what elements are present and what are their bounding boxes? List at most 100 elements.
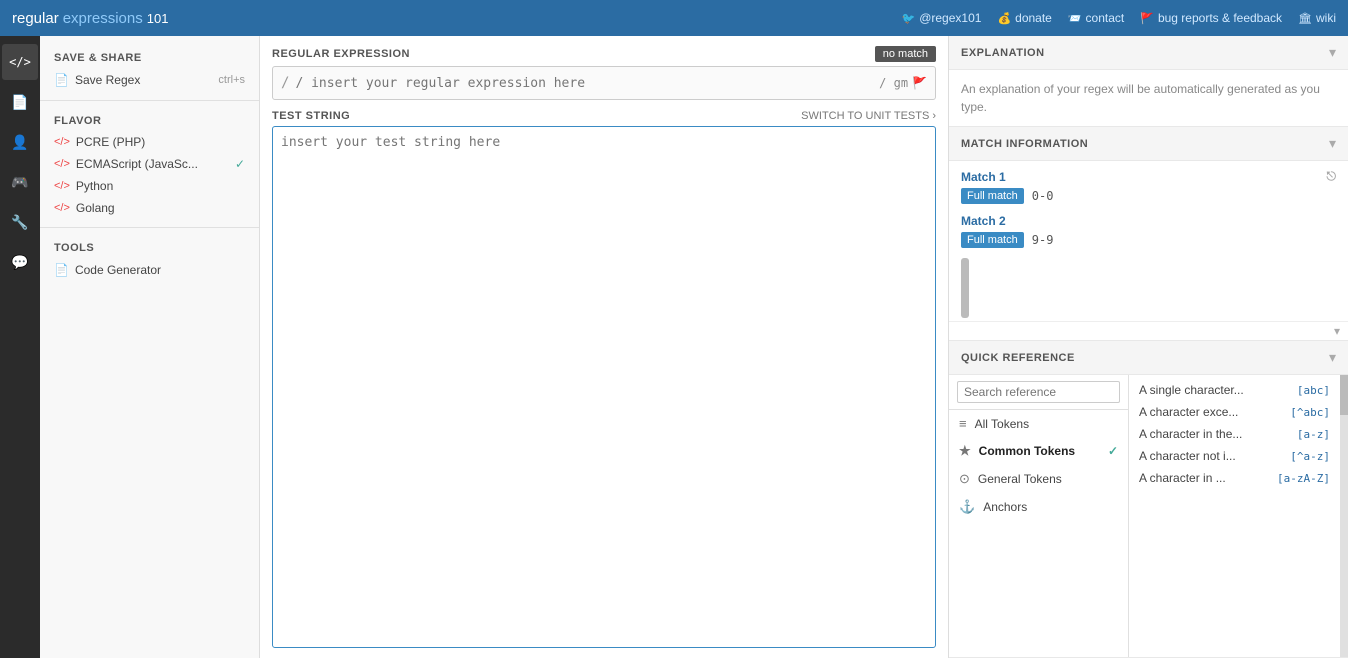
match-1-label: Match 1 ⎋ (961, 169, 1336, 184)
all-tokens-label: All Tokens (975, 417, 1029, 431)
no-match-badge: no match (875, 46, 936, 62)
quick-ref-scrollbar-thumb[interactable] (1340, 375, 1348, 415)
donate-link[interactable]: 💰 donate (997, 11, 1051, 25)
anchors-item[interactable]: ⚓ Anchors (949, 493, 1128, 521)
explanation-header: EXPLANATION ▾ (949, 36, 1348, 70)
test-section-header: TEST STRING SWITCH TO UNIT TESTS › (272, 110, 936, 122)
flavor-title: FLAVOR (40, 109, 259, 131)
match-info-section: MATCH INFORMATION ▾ Match 1 ⎋ Full match… (949, 127, 1348, 341)
ref-code-3: [^a-z] (1290, 450, 1330, 463)
match-2-label: Match 2 (961, 214, 1336, 228)
test-string-label: TEST STRING (272, 110, 350, 122)
twitter-link[interactable]: 🐦 @regex101 (902, 11, 982, 25)
general-tokens-icon: ⊙ (959, 471, 970, 487)
ecmascript-code-icon: </> (54, 158, 70, 170)
save-icon: 📄 (54, 73, 69, 87)
match-scrollbar-thumb[interactable] (961, 258, 969, 318)
python-flavor-item[interactable]: </> Python (40, 175, 259, 197)
sidebar-docs-btn[interactable]: 📄 (2, 84, 38, 120)
token-list: ≡ All Tokens ★ Common Tokens ✓ ⊙ General… (949, 410, 1128, 657)
test-string-textarea[interactable] (272, 126, 936, 648)
common-tokens-icon: ★ (959, 443, 971, 459)
donate-icon: 💰 (997, 12, 1011, 25)
match-2-row: Full match 9-9 (961, 232, 1336, 248)
all-tokens-icon: ≡ (959, 416, 967, 431)
ref-item-1[interactable]: A character exce... [^abc] (1139, 403, 1330, 421)
python-label: Python (76, 179, 113, 193)
sidebar-settings-btn[interactable]: 🔧 (2, 204, 38, 240)
wiki-link[interactable]: 🏛 wiki (1298, 11, 1336, 25)
all-tokens-item[interactable]: ≡ All Tokens (949, 410, 1128, 437)
golang-code-icon: </> (54, 202, 70, 214)
match-2-badge: Full match (961, 232, 1024, 248)
quick-ref-right: A single character... [abc] A character … (1129, 375, 1340, 657)
logo: regular expressions 101 (12, 10, 168, 27)
search-ref-wrapper (949, 375, 1128, 410)
pcre-label: PCRE (PHP) (76, 135, 145, 149)
bugreport-link[interactable]: 🚩 bug reports & feedback (1140, 11, 1282, 25)
save-regex-item[interactable]: 📄 Save Regex ctrl+s (40, 68, 259, 92)
user-icon: 👤 (11, 134, 28, 151)
ref-item-2[interactable]: A character in the... [a-z] (1139, 425, 1330, 443)
contact-link[interactable]: 📨 contact (1068, 11, 1124, 25)
gamepad-icon: 🎮 (11, 174, 28, 191)
sidebar-code-btn[interactable]: </> (2, 44, 38, 80)
ref-code-1: [^abc] (1290, 406, 1330, 419)
chat-icon: 💬 (11, 254, 28, 271)
regex-slash-open: / (281, 75, 289, 91)
match-dropdown-arrow[interactable]: ▾ (1334, 324, 1340, 338)
ecmascript-flavor-item[interactable]: </> ECMAScript (JavaSc... ✓ (40, 153, 259, 175)
quick-ref-section: QUICK REFERENCE ▾ ≡ All Tokens ★ (949, 341, 1348, 658)
main-layout: </> 📄 👤 🎮 🔧 💬 SAVE & SHARE 📄 Save Regex … (0, 36, 1348, 658)
common-tokens-label: Common Tokens (979, 444, 1075, 458)
twitter-icon: 🐦 (902, 12, 916, 25)
quick-ref-collapse-btn[interactable]: ▾ (1329, 349, 1336, 366)
explanation-content: An explanation of your regex will be aut… (949, 70, 1348, 126)
sidebar-tools-btn[interactable]: 🎮 (2, 164, 38, 200)
flag-icon[interactable]: 🚩 (912, 76, 927, 90)
ecmascript-label: ECMAScript (JavaSc... (76, 157, 198, 171)
golang-flavor-item[interactable]: </> Golang (40, 197, 259, 219)
common-tokens-check-icon: ✓ (1108, 444, 1118, 458)
ref-item-0[interactable]: A single character... [abc] (1139, 381, 1330, 399)
code-generator-item[interactable]: 📄 Code Generator (40, 258, 259, 282)
divider-1 (40, 100, 259, 101)
search-ref-input[interactable] (957, 381, 1120, 403)
code-gen-icon: 📄 (54, 263, 69, 277)
explanation-collapse-btn[interactable]: ▾ (1329, 44, 1336, 61)
regex-input[interactable] (289, 76, 879, 91)
nav-links: 🐦 @regex101 💰 donate 📨 contact 🚩 bug rep… (902, 11, 1337, 25)
match-1-badge: Full match (961, 188, 1024, 204)
match-1-range: 0-0 (1032, 189, 1054, 203)
regex-flags: / gm 🚩 (879, 76, 927, 90)
logo-101: 101 (147, 11, 169, 26)
match-info-collapse-btn[interactable]: ▾ (1329, 135, 1336, 152)
ref-desc-1: A character exce... (1139, 405, 1238, 419)
tools-title: TOOLS (40, 236, 259, 258)
left-panel: SAVE & SHARE 📄 Save Regex ctrl+s FLAVOR … (40, 36, 260, 658)
top-navbar: regular expressions 101 🐦 @regex101 💰 do… (0, 0, 1348, 36)
sidebar-user-btn[interactable]: 👤 (2, 124, 38, 160)
code-icon: </> (9, 55, 31, 69)
ref-code-0: [abc] (1297, 384, 1330, 397)
save-share-title: SAVE & SHARE (40, 46, 259, 68)
switch-unit-tests-btn[interactable]: SWITCH TO UNIT TESTS › (801, 110, 936, 122)
ref-item-3[interactable]: A character not i... [^a-z] (1139, 447, 1330, 465)
match-info-title: MATCH INFORMATION (961, 138, 1088, 150)
common-tokens-item[interactable]: ★ Common Tokens ✓ (949, 437, 1128, 465)
general-tokens-item[interactable]: ⊙ General Tokens (949, 465, 1128, 493)
quick-ref-left: ≡ All Tokens ★ Common Tokens ✓ ⊙ General… (949, 375, 1129, 657)
quick-ref-title: QUICK REFERENCE (961, 352, 1075, 364)
explanation-title: EXPLANATION (961, 47, 1045, 59)
match-1-export-icon[interactable]: ⎋ (1327, 169, 1337, 184)
sidebar-chat-btn[interactable]: 💬 (2, 244, 38, 280)
center-panel: REGULAR EXPRESSION no match / / gm 🚩 TES… (260, 36, 948, 658)
divider-2 (40, 227, 259, 228)
ref-item-4[interactable]: A character in ... [a-zA-Z] (1139, 469, 1330, 487)
match-1-row: Full match 0-0 (961, 188, 1336, 204)
ref-desc-2: A character in the... (1139, 427, 1242, 441)
anchors-icon: ⚓ (959, 499, 975, 515)
general-tokens-label: General Tokens (978, 472, 1062, 486)
pcre-flavor-item[interactable]: </> PCRE (PHP) (40, 131, 259, 153)
docs-icon: 📄 (11, 94, 28, 111)
